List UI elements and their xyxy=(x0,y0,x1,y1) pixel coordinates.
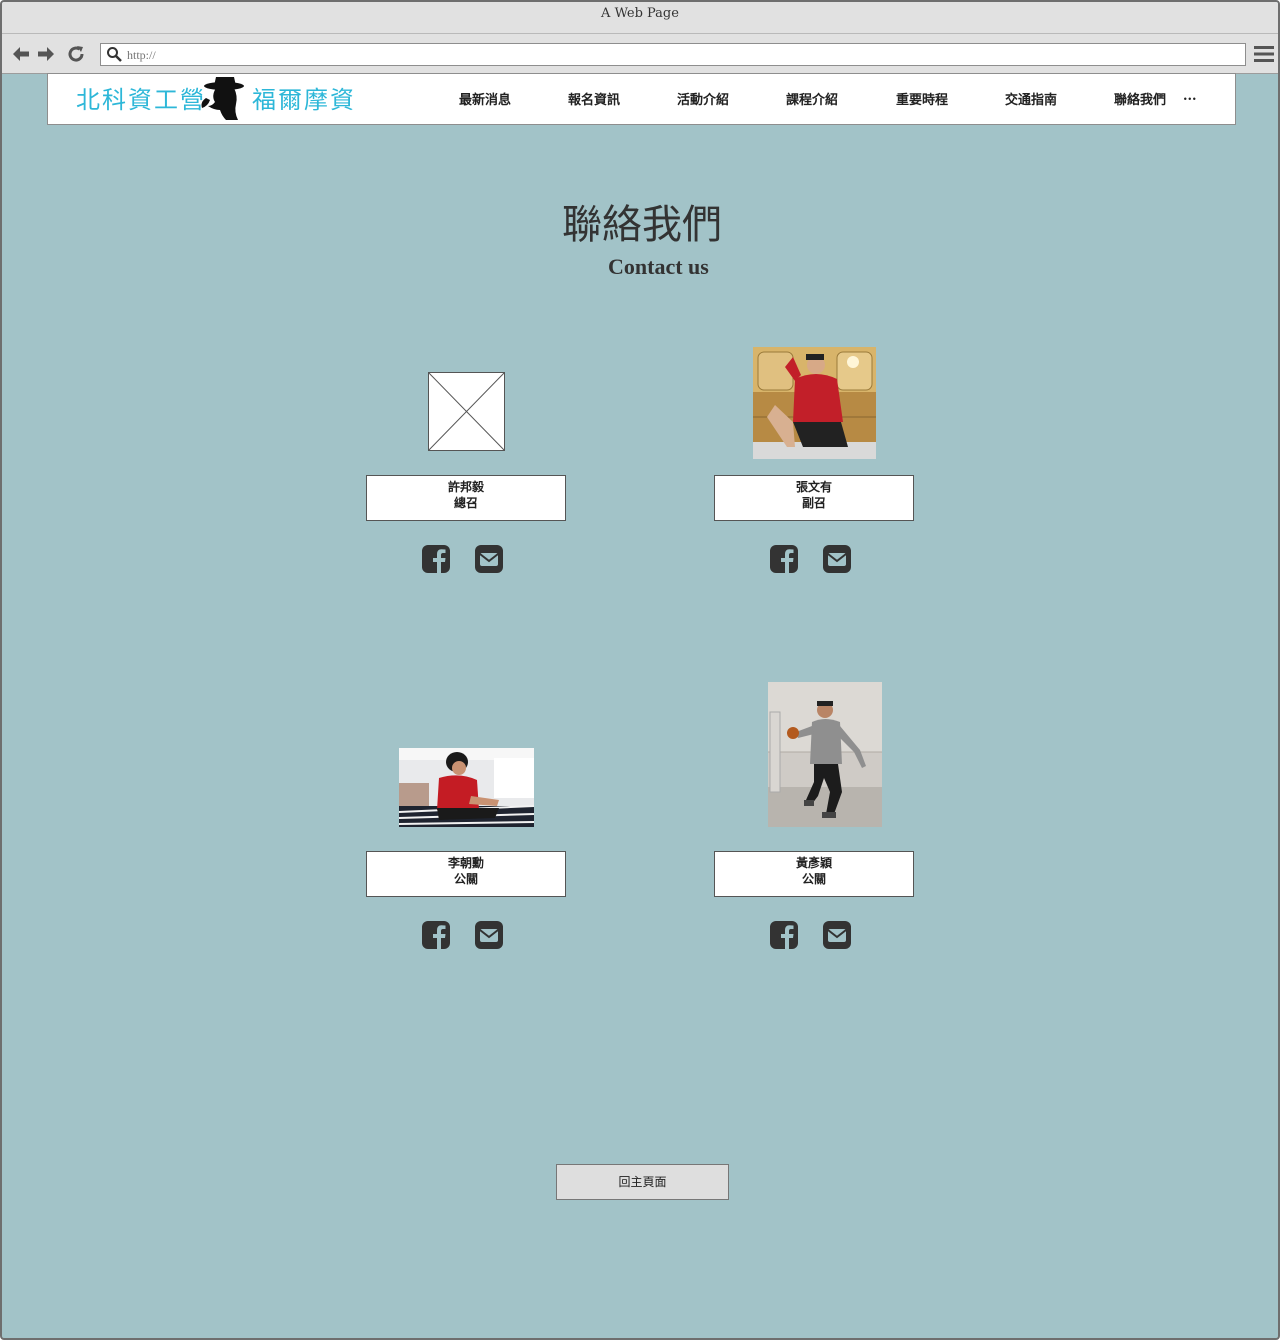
nav-item-registration[interactable]: 報名資訊 xyxy=(568,89,620,108)
contact-name: 許邦毅 xyxy=(447,480,484,494)
contact-name: 黃彥穎 xyxy=(795,856,832,870)
nav-item-news[interactable]: 最新消息 xyxy=(459,89,511,108)
window-titlebar: A Web Page xyxy=(2,2,1278,34)
logo-text-left: 北科資工營 xyxy=(76,86,206,114)
browser-window: A Web Page 北科資工營 xyxy=(0,0,1280,1340)
contact-name: 張文有 xyxy=(795,480,832,494)
contact-card: 李朝勳 公關 xyxy=(366,851,566,897)
contact-role: 公關 xyxy=(801,872,826,886)
contact-photo-placeholder xyxy=(428,372,505,451)
detective-silhouette-icon xyxy=(201,77,244,120)
contact-name: 李朝勳 xyxy=(447,856,484,870)
facebook-icon[interactable] xyxy=(769,544,799,574)
logo-text-right: 福爾摩資 xyxy=(252,86,356,114)
facebook-icon[interactable] xyxy=(421,544,451,574)
site-logo[interactable]: 北科資工營 福爾摩資 xyxy=(76,76,356,122)
contact-photo xyxy=(399,748,534,827)
mail-icon[interactable] xyxy=(822,920,852,950)
mail-icon[interactable] xyxy=(822,544,852,574)
search-icon xyxy=(106,46,123,63)
window-title: A Web Page xyxy=(601,6,679,21)
contact-card: 黃彥穎 公關 xyxy=(714,851,914,897)
contact-role: 總召 xyxy=(453,496,478,510)
back-arrow-icon[interactable] xyxy=(11,44,31,64)
contact-role: 公關 xyxy=(453,872,478,886)
nav-item-schedule[interactable]: 重要時程 xyxy=(896,89,948,108)
facebook-icon[interactable] xyxy=(769,920,799,950)
nav-item-more[interactable]: ... xyxy=(1183,89,1197,104)
contact-photo xyxy=(753,347,876,459)
page-title: 聯絡我們 xyxy=(562,202,722,248)
contact-card: 張文有 副召 xyxy=(714,475,914,521)
nav-item-activities[interactable]: 活動介紹 xyxy=(677,89,729,108)
nav-item-transport[interactable]: 交通指南 xyxy=(1005,89,1057,108)
url-input[interactable] xyxy=(127,46,1227,64)
page-subtitle: Contact us xyxy=(608,254,709,279)
contact-card: 許邦毅 總召 xyxy=(366,475,566,521)
reload-icon[interactable] xyxy=(66,44,86,64)
hamburger-menu-icon[interactable] xyxy=(1254,45,1274,63)
address-bar[interactable] xyxy=(100,43,1246,66)
nav-item-courses[interactable]: 課程介紹 xyxy=(786,89,838,108)
mail-icon[interactable] xyxy=(474,920,504,950)
contact-role: 副召 xyxy=(801,496,826,510)
browser-toolbar xyxy=(2,34,1278,74)
site-header: 北科資工營 福爾摩資 最新消息 報名資訊 活動介紹 課程介紹 重要時程 交通指南… xyxy=(47,73,1236,125)
forward-arrow-icon[interactable] xyxy=(36,44,56,64)
facebook-icon[interactable] xyxy=(421,920,451,950)
back-to-home-button[interactable]: 回主頁面 xyxy=(556,1164,729,1200)
contact-photo xyxy=(768,682,882,827)
nav-item-contact[interactable]: 聯絡我們 xyxy=(1114,89,1166,108)
mail-icon[interactable] xyxy=(474,544,504,574)
